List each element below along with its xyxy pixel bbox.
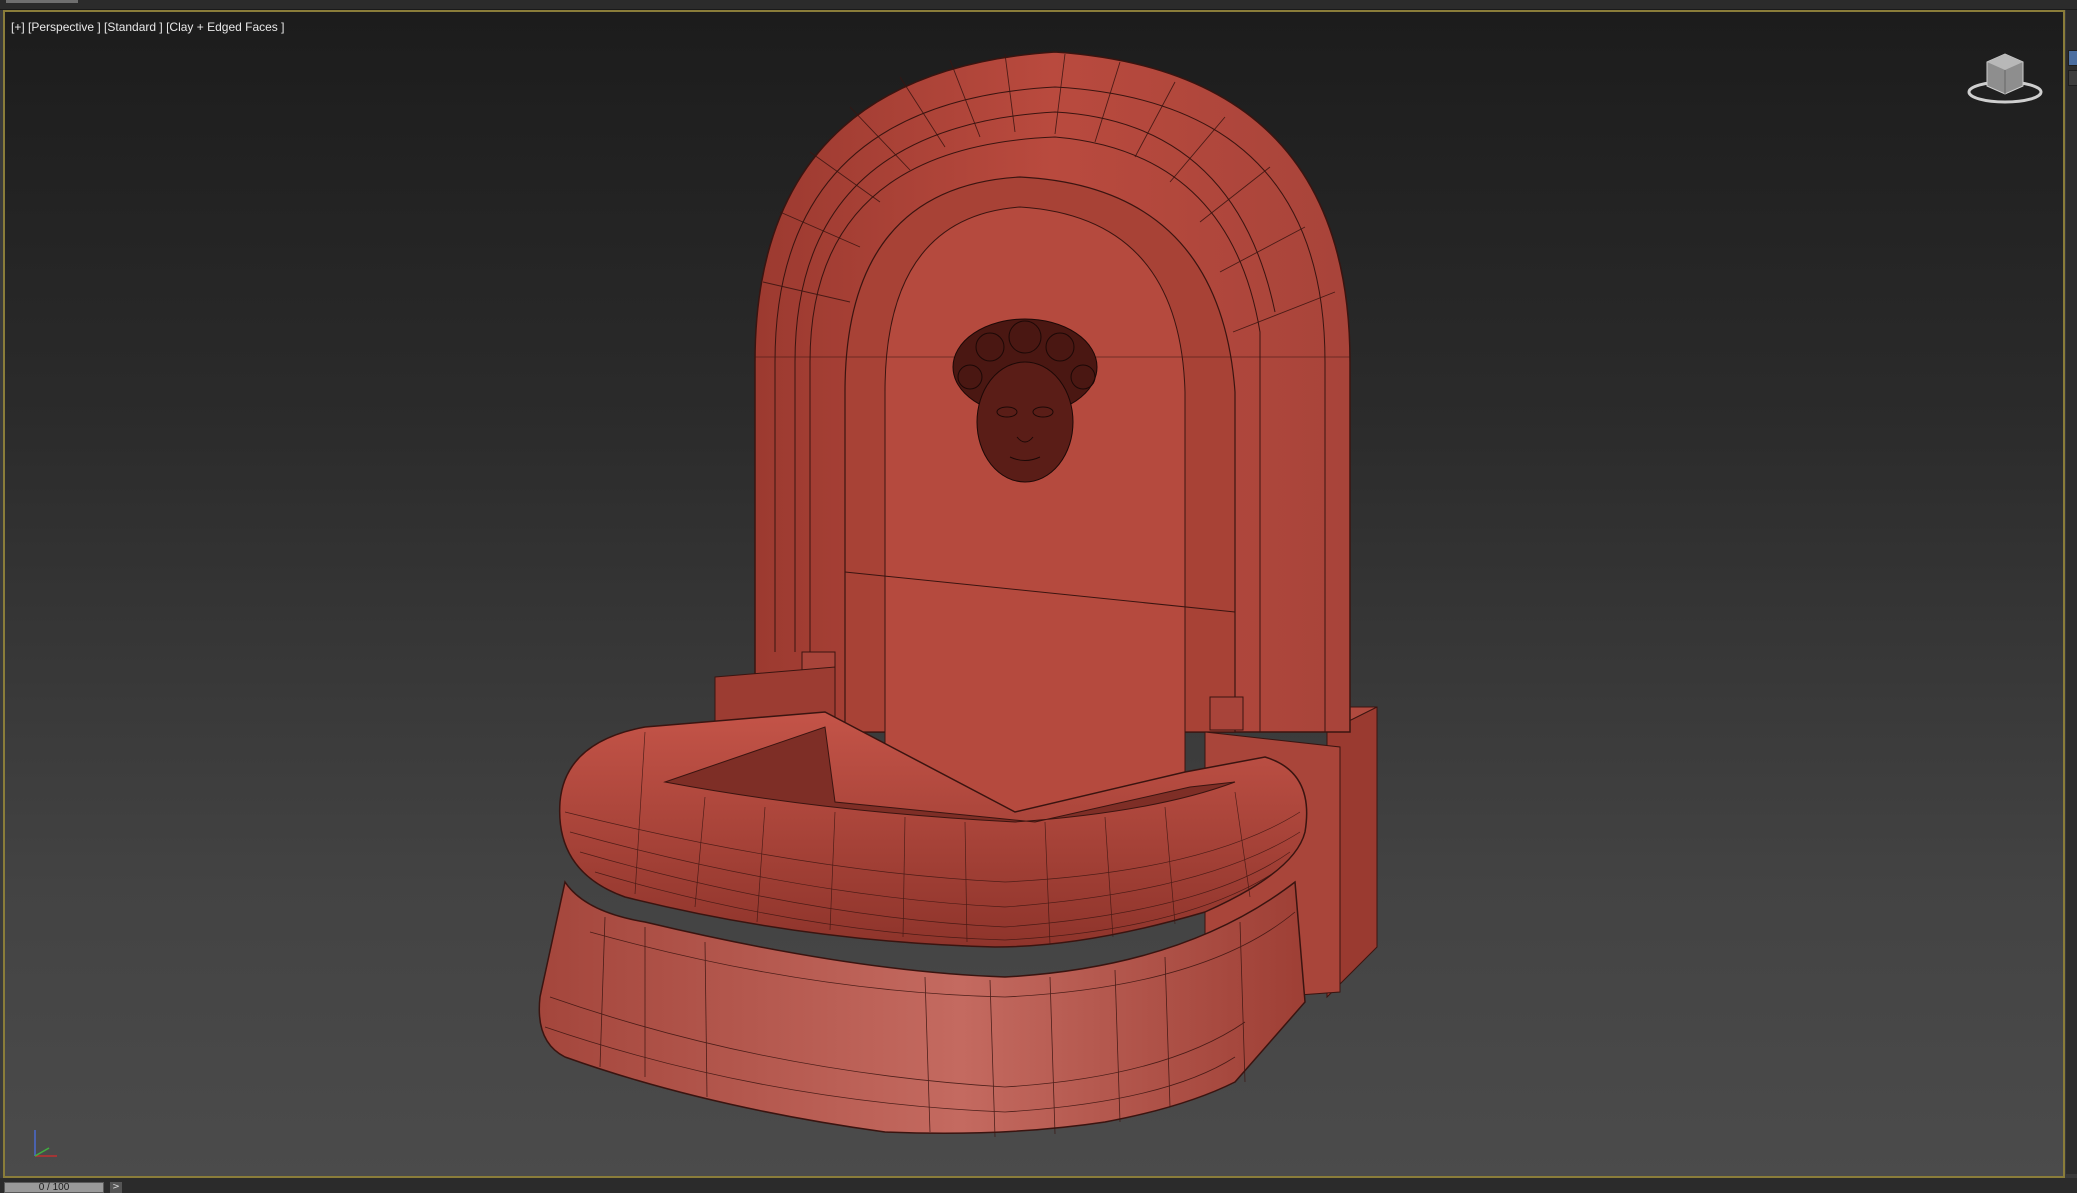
viewport-label[interactable]: [+] [Perspective ] [Standard ] [Clay + E… (11, 20, 284, 34)
menu-strip (0, 0, 2077, 10)
command-panel-edge (2066, 10, 2077, 1174)
viewcube-icon[interactable] (1965, 46, 2045, 110)
axis-tripod-icon (34, 1130, 57, 1157)
rail-button-2[interactable] (2068, 70, 2077, 86)
time-slider[interactable]: 0 / 100 > (0, 1178, 2077, 1193)
chevron-right-icon[interactable]: > (110, 1182, 122, 1193)
tab-handle[interactable] (6, 0, 78, 3)
time-slider-thumb[interactable]: 0 / 100 (4, 1182, 104, 1193)
perspective-viewport[interactable]: [+] [Perspective ] [Standard ] [Clay + E… (3, 10, 2065, 1178)
fountain-model (538, 51, 1378, 1138)
rail-button[interactable] (2068, 50, 2077, 66)
